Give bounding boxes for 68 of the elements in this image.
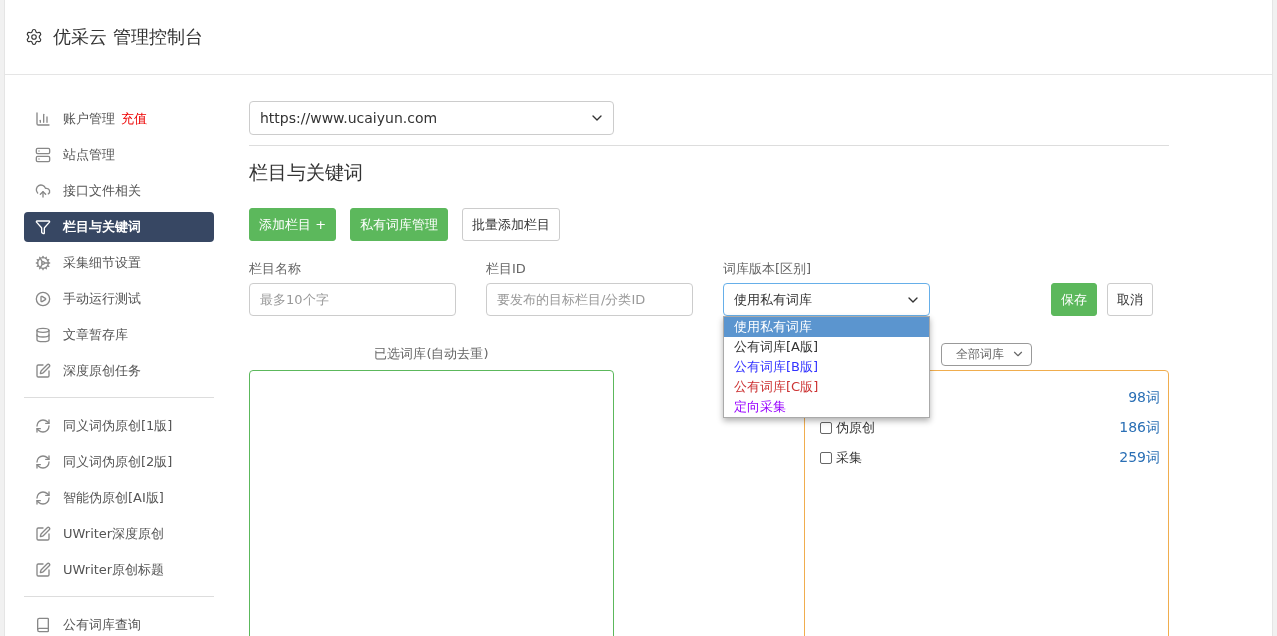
sidebar-label: UWriter原创标题 <box>63 561 165 579</box>
sidebar-label: 深度原创任务 <box>63 362 141 380</box>
field-label: 栏目ID <box>486 260 527 278</box>
sidebar-item[interactable]: 账户管理 充值 <box>24 104 214 134</box>
book-icon <box>35 617 51 633</box>
input-field[interactable]: 最多10个字 <box>249 283 456 316</box>
word-count: 186词 <box>1119 419 1160 437</box>
settings-icon <box>25 28 43 46</box>
edit-icon <box>35 526 51 542</box>
sidebar-label: 同义词伪原创[1版] <box>63 417 173 435</box>
checkbox[interactable] <box>820 452 832 464</box>
play-icon <box>35 291 51 307</box>
sidebar-label: 接口文件相关 <box>63 182 141 200</box>
panel-title: 已选词库(自动去重) <box>374 345 489 363</box>
sidebar-label: 公有词库查询 <box>63 616 141 634</box>
edit-icon <box>35 363 51 379</box>
sidebar-label: 账户管理 <box>63 110 115 128</box>
dropdown-option[interactable]: 公有词库[C版] <box>724 377 929 397</box>
sidebar-label: 同义词伪原创[2版] <box>63 453 173 471</box>
sidebar-item[interactable]: 同义词伪原创[2版] <box>24 447 214 477</box>
sidebar-label: 采集细节设置 <box>63 254 141 272</box>
sidebar-item[interactable]: 同义词伪原创[1版] <box>24 411 214 441</box>
sidebar-item[interactable]: 深度原创任务 <box>24 356 214 386</box>
cloud-upload-icon <box>35 183 51 199</box>
library-filter-select[interactable]: 全部词库 <box>941 342 1032 366</box>
sidebar-label: 手动运行测试 <box>63 290 141 308</box>
word-count: 259词 <box>1119 449 1160 467</box>
sidebar-item[interactable]: 手动运行测试 <box>24 284 214 314</box>
dropdown-option[interactable]: 定向采集 <box>724 397 929 417</box>
sidebar-item[interactable]: 文章暂存库 <box>24 320 214 350</box>
dropdown-option[interactable]: 公有词库[B版] <box>724 357 929 377</box>
sidebar-item[interactable]: 站点管理 <box>24 140 214 170</box>
sidebar-item[interactable]: 智能伪原创[AI版] <box>24 483 214 513</box>
input-field[interactable]: 要发布的目标栏目/分类ID <box>486 283 693 316</box>
refresh-icon <box>35 418 51 434</box>
sidebar-label: 栏目与关键词 <box>63 218 141 236</box>
form-button[interactable]: 取消 <box>1107 283 1153 316</box>
refresh-icon <box>35 490 51 506</box>
sidebar-label: 站点管理 <box>63 146 115 164</box>
field-label: 栏目名称 <box>249 260 302 278</box>
sidebar-item[interactable]: 公有词库查询 <box>24 610 214 636</box>
sidebar-label: 文章暂存库 <box>63 326 128 344</box>
sidebar-item[interactable]: 接口文件相关 <box>24 176 214 206</box>
site-select[interactable]: https://www.ucaiyun.com <box>249 101 614 135</box>
refresh-icon <box>35 454 51 470</box>
sidebar-item[interactable]: 栏目与关键词 <box>24 212 214 242</box>
edit-icon <box>35 562 51 578</box>
console-title: 优采云 管理控制台 <box>53 25 203 49</box>
sidebar-label: 智能伪原创[AI版] <box>63 489 164 507</box>
library-name: 采集 <box>836 449 862 467</box>
bar-chart-icon <box>35 111 51 127</box>
select-field[interactable]: 使用私有词库 <box>723 283 930 316</box>
checkbox[interactable] <box>820 422 832 434</box>
filter-icon <box>35 219 51 235</box>
library-name: 伪原创 <box>836 419 875 437</box>
recharge-link[interactable]: 充值 <box>121 110 147 128</box>
word-count: 98词 <box>1128 389 1160 407</box>
gears-icon <box>35 255 51 271</box>
database-icon <box>35 327 51 343</box>
field-label: 词库版本[区别] <box>723 260 813 278</box>
dropdown-option[interactable]: 公有词库[A版] <box>724 337 929 357</box>
sidebar-item[interactable]: UWriter深度原创 <box>24 519 214 549</box>
section-title: 栏目与关键词 <box>249 160 364 185</box>
server-icon <box>35 147 51 163</box>
action-button[interactable]: 批量添加栏目 <box>462 208 561 241</box>
sidebar-item[interactable]: 采集细节设置 <box>24 248 214 278</box>
sidebar-item[interactable]: UWriter原创标题 <box>24 555 214 585</box>
sidebar-label: UWriter深度原创 <box>63 525 165 543</box>
